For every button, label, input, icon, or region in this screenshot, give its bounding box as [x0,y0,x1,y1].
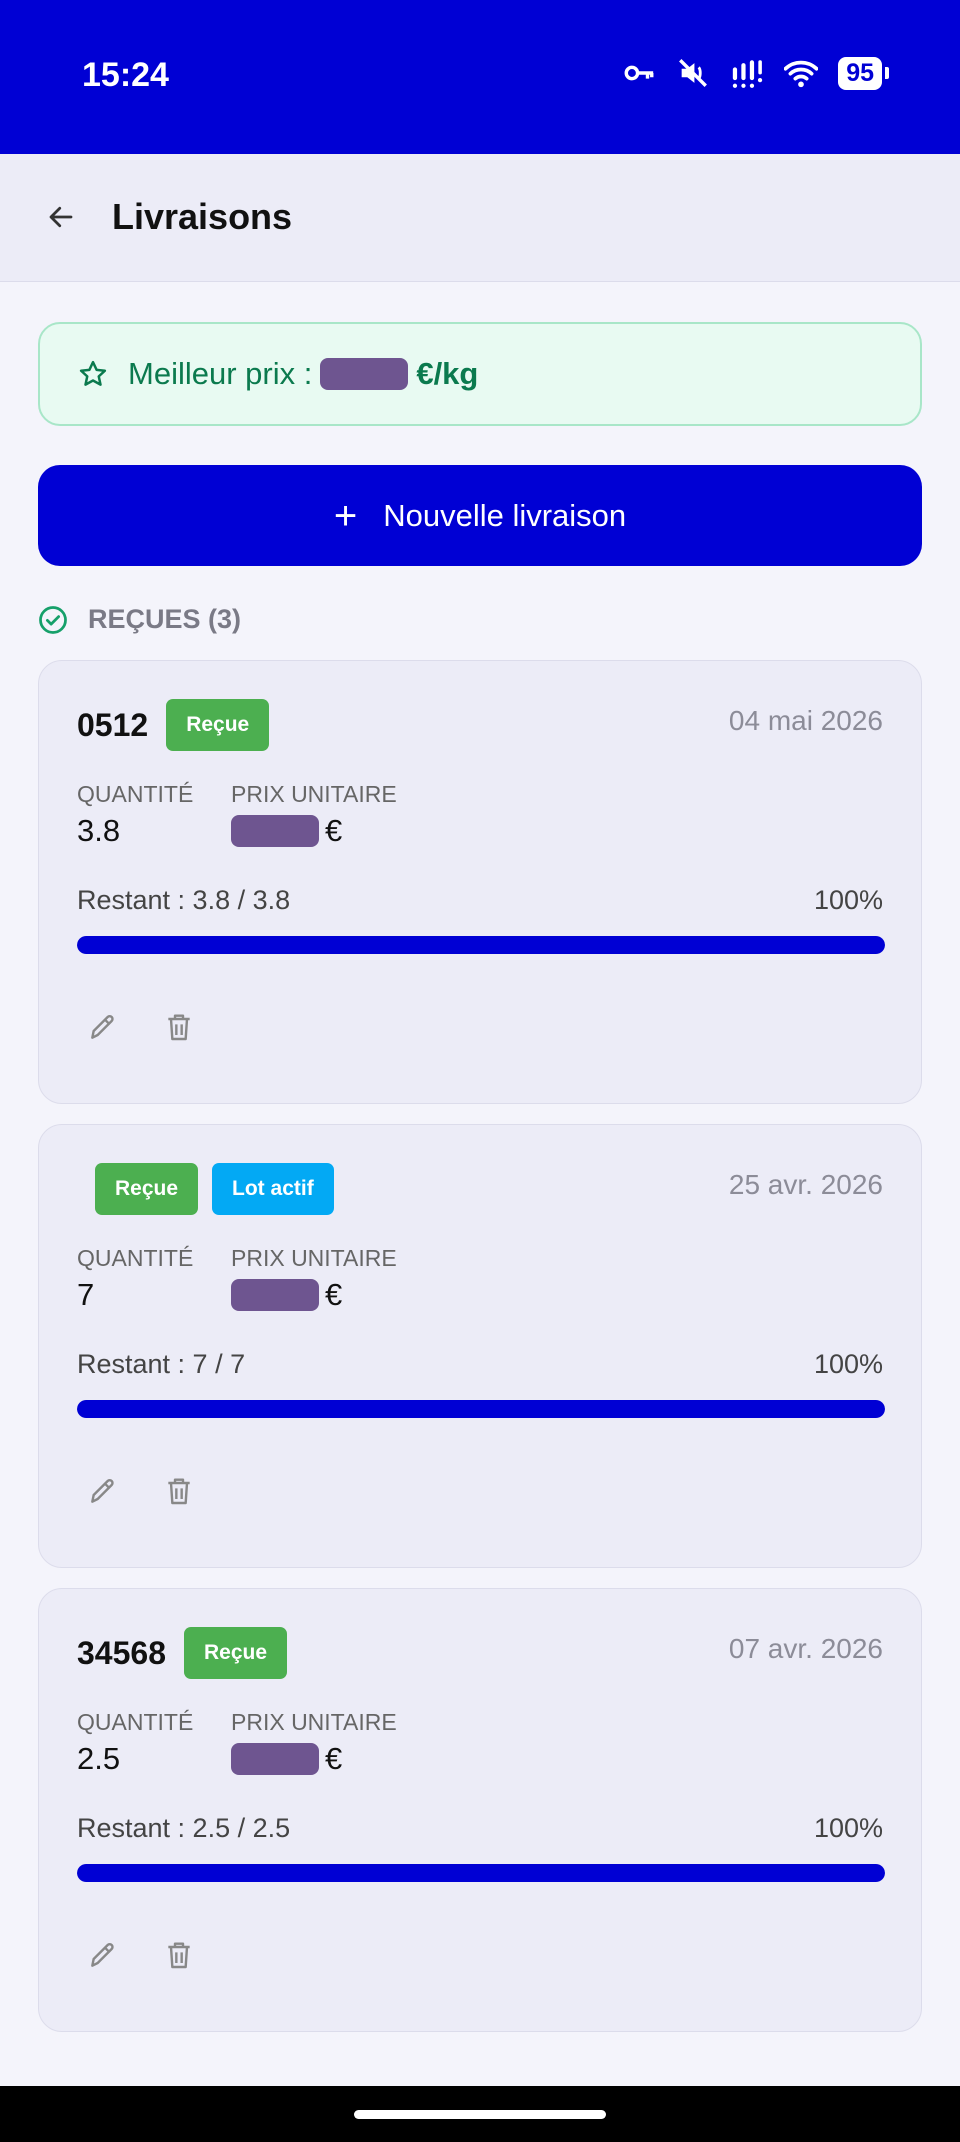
progress-bar [77,1400,885,1418]
progress-fill [77,1864,885,1882]
redacted-unit-price [231,1743,319,1775]
card-header: Reçue Lot actif [95,1163,348,1215]
status-bar: 15:24 95 [0,0,960,154]
edit-pencil-icon[interactable] [87,1011,119,1043]
quantity-value: 2.5 [77,1741,121,1776]
quantity-label: QUANTITÉ [77,1709,194,1735]
progress-fill [77,1400,885,1418]
active-lot-badge: Lot actif [212,1163,334,1215]
field-labels: QUANTITÉ PRIX UNITAIRE [77,781,397,808]
quantity-label: QUANTITÉ [77,781,194,807]
delivery-card[interactable]: Reçue Lot actif 25 avr. 2026 QUANTITÉ PR… [38,1124,922,1568]
edit-pencil-icon[interactable] [87,1939,119,1971]
status-icons: 95 [622,56,889,90]
field-values: 3.8 € [77,813,342,849]
unit-price-label: PRIX UNITAIRE [231,1709,397,1735]
card-header: 0512 Reçue [77,699,283,751]
status-badge: Reçue [95,1163,199,1215]
quantity-value: 3.8 [77,813,121,848]
percent-text: 100% [813,1813,883,1843]
delivery-number: 0512 [77,706,149,743]
mute-icon [679,59,708,87]
field-values: 2.5 € [77,1741,342,1777]
best-price-banner: Meilleur prix : €/kg [38,322,922,426]
star-icon [79,360,107,386]
delivery-card[interactable]: 0512 Reçue 04 mai 2026 QUANTITÉ PRIX UNI… [38,660,922,1104]
card-actions [87,1939,195,1971]
progress-fill [77,936,885,954]
best-price-label: Meilleur prix : [128,356,313,391]
progress-bar [77,1864,885,1882]
status-time: 15:24 [82,56,169,94]
status-badge: Reçue [183,1627,288,1679]
remaining-text: Restant : 3.8 / 3.8 [77,885,291,915]
unit-price-label: PRIX UNITAIRE [231,1245,397,1271]
signal-icon [733,60,763,88]
new-delivery-label: Nouvelle livraison [383,497,627,533]
currency: € [325,813,343,848]
delivery-card[interactable]: 34568 Reçue 07 avr. 2026 QUANTITÉ PRIX U… [38,1588,922,2032]
progress-bar [77,936,885,954]
delete-trash-icon[interactable] [163,1939,195,1971]
page-title: Livraisons [112,196,293,237]
status-badge: Reçue [166,699,270,751]
currency: € [325,1277,343,1312]
redacted-unit-price [231,815,319,847]
card-header: 34568 Reçue [77,1627,301,1679]
home-indicator[interactable] [354,2110,606,2119]
plus-icon: + [333,493,358,538]
wifi-icon [784,60,819,88]
delete-trash-icon[interactable] [163,1011,195,1043]
arrow-back-icon [49,206,73,228]
delete-trash-icon[interactable] [163,1475,195,1507]
battery-icon: 95 [838,56,889,90]
delivery-date: 25 avr. 2026 [728,1169,883,1200]
system-nav-bar [0,2086,960,2142]
delivery-number: 34568 [77,1634,166,1671]
delivery-date: 04 mai 2026 [728,705,883,736]
redacted-price [320,358,409,390]
currency: € [325,1741,343,1776]
unit-price-label: PRIX UNITAIRE [231,781,397,807]
percent-text: 100% [813,885,883,915]
delivery-date: 07 avr. 2026 [728,1633,883,1664]
field-labels: QUANTITÉ PRIX UNITAIRE [77,1709,397,1736]
check-circle-icon [39,605,67,634]
app-bar: Livraisons [0,154,960,282]
card-actions [87,1475,195,1507]
percent-text: 100% [813,1349,883,1379]
new-delivery-button[interactable]: + Nouvelle livraison [38,465,922,566]
card-actions [87,1011,195,1043]
edit-pencil-icon[interactable] [87,1475,119,1507]
key-icon [624,65,654,81]
back-button[interactable] [38,194,84,240]
best-price-unit: €/kg [416,356,479,391]
quantity-value: 7 [77,1277,95,1312]
field-labels: QUANTITÉ PRIX UNITAIRE [77,1245,397,1272]
remaining-text: Restant : 2.5 / 2.5 [77,1813,291,1843]
quantity-label: QUANTITÉ [77,1245,194,1271]
section-header-received: REÇUES (3) [38,604,241,635]
redacted-unit-price [231,1279,319,1311]
remaining-text: Restant : 7 / 7 [77,1349,246,1379]
section-title: REÇUES (3) [88,604,242,634]
field-values: 7 € [77,1277,342,1313]
